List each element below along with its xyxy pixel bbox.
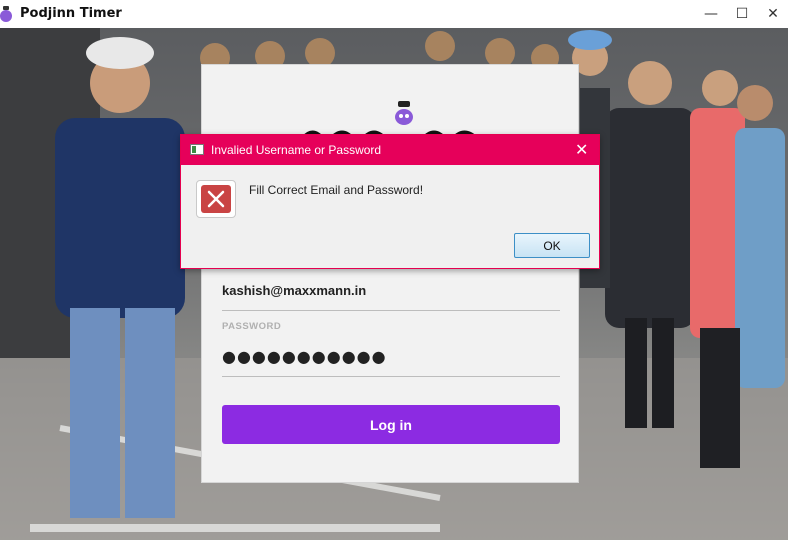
- error-x-icon: [196, 180, 236, 218]
- dialog-message: Fill Correct Email and Password!: [249, 183, 424, 197]
- password-field-underline: [222, 376, 560, 377]
- email-field-underline: [222, 310, 560, 311]
- app-title: Podjinn Timer: [20, 6, 122, 21]
- dialog-window-icon: [190, 144, 204, 155]
- podjinn-logo-icon: [0, 6, 12, 22]
- dialog-title: Invalied Username or Password: [211, 143, 382, 157]
- login-button[interactable]: Log in: [222, 405, 560, 444]
- dialog-close-button[interactable]: ✕: [575, 140, 588, 159]
- password-input[interactable]: ●●●●●●●●●●●: [222, 347, 387, 366]
- password-label: PASSWORD: [222, 321, 282, 332]
- error-dialog: Invalied Username or Password ✕ Fill Cor…: [180, 134, 600, 269]
- dialog-titlebar: Invalied Username or Password ✕: [181, 135, 599, 165]
- minimize-button[interactable]: —: [695, 0, 727, 28]
- window-titlebar: Podjinn Timer — ☐ ✕: [0, 0, 788, 28]
- email-input[interactable]: kashish@maxxmann.in: [222, 283, 366, 298]
- maximize-button[interactable]: ☐: [726, 0, 758, 28]
- login-card: kashish@maxxmann.in PASSWORD ●●●●●●●●●●●…: [201, 64, 579, 483]
- ok-button[interactable]: OK: [514, 233, 590, 258]
- window-close-button[interactable]: ✕: [757, 0, 788, 28]
